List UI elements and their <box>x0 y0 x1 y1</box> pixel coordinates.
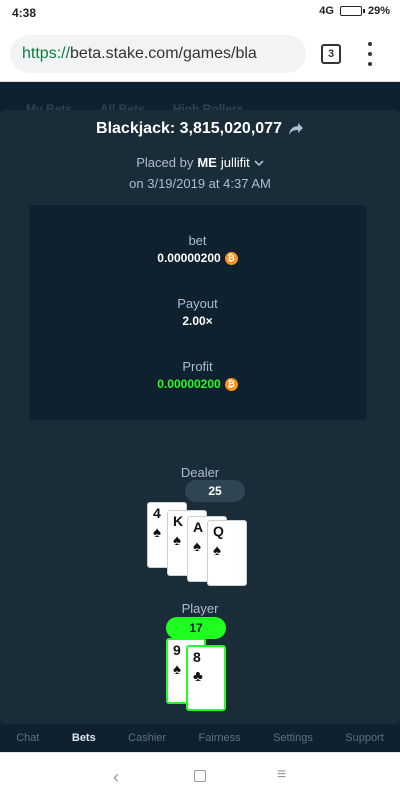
placed-by: Placed by ME jullifit <box>0 155 400 170</box>
battery-icon <box>339 6 365 16</box>
spade-icon: ♠ <box>193 538 201 555</box>
stat-profit: Profit 0.00000200 ₿ <box>29 359 366 391</box>
player-score-badge: 17 <box>166 617 226 639</box>
status-time: 4:38 <box>12 6 37 20</box>
modal-title: Blackjack: 3,815,020,077 <box>0 120 400 138</box>
dealer-card: Q ♠ <box>207 520 247 586</box>
player-card: 8 ♣ <box>186 645 226 711</box>
card-rank: 9 <box>173 642 181 658</box>
dealer-label: Dealer <box>180 465 220 480</box>
system-nav-bar: ‹ ≡ <box>0 752 400 800</box>
spade-icon: ♠ <box>173 532 181 549</box>
back-icon[interactable]: ‹ <box>113 767 119 788</box>
card-rank: 8 <box>193 649 201 665</box>
status-bar: 4:38 4G 29% <box>0 0 400 26</box>
bet-value: 0.00000200 <box>157 251 221 265</box>
placed-date: on 3/19/2019 at 4:37 AM <box>129 176 271 191</box>
url-host-path: beta.stake.com/games/bla <box>70 45 257 62</box>
card-rank: Q <box>213 523 224 539</box>
chevron-down-icon[interactable] <box>254 159 264 167</box>
browser-menu-icon[interactable] <box>362 42 378 66</box>
dealer-score-badge: 25 <box>185 480 245 502</box>
bet-label: bet <box>188 233 207 248</box>
nav-fairness[interactable]: Fairness <box>198 732 240 744</box>
card-rank: 4 <box>153 505 161 521</box>
username-link[interactable]: jullifit <box>221 155 250 170</box>
placed-by-prefix: Placed by <box>136 155 194 170</box>
bet-stats-panel: bet 0.00000200 ₿ Payout 2.00× Profit 0.0… <box>29 205 366 420</box>
nav-cashier[interactable]: Cashier <box>128 732 166 744</box>
network-label: 4G <box>319 5 334 17</box>
spade-icon: ♠ <box>213 542 221 559</box>
status-indicators: 4G 29% <box>319 5 390 17</box>
recents-icon[interactable]: ≡ <box>277 766 286 784</box>
bitcoin-icon: ₿ <box>224 251 238 265</box>
payout-value: 2.00× <box>182 314 213 328</box>
share-icon[interactable] <box>288 122 304 136</box>
home-icon[interactable] <box>194 770 206 782</box>
club-icon: ♣ <box>193 668 203 685</box>
bet-value-row: 0.00000200 ₿ <box>29 251 366 265</box>
card-rank: K <box>173 513 184 529</box>
stat-payout: Payout 2.00× <box>29 296 366 328</box>
bitcoin-icon: ₿ <box>224 377 238 391</box>
bet-details-modal: Blackjack: 3,815,020,077 Placed by ME ju… <box>0 110 400 724</box>
profit-label: Profit <box>182 359 213 374</box>
nav-settings[interactable]: Settings <box>273 732 313 744</box>
nav-chat[interactable]: Chat <box>16 732 39 744</box>
tab-switcher-button[interactable]: 3 <box>321 44 341 64</box>
url-scheme: https:// <box>22 45 71 62</box>
profit-value-row: 0.00000200 ₿ <box>29 377 366 391</box>
stat-bet: bet 0.00000200 ₿ <box>29 233 366 265</box>
nav-support[interactable]: Support <box>345 732 384 744</box>
card-rank: A <box>193 519 204 535</box>
payout-label: Payout <box>177 296 218 311</box>
bet-title: Blackjack: 3,815,020,077 <box>96 120 282 137</box>
app-bottom-nav: Chat Bets Cashier Fairness Settings Supp… <box>0 724 400 752</box>
nav-bets[interactable]: Bets <box>72 732 96 744</box>
player-label: Player <box>181 601 219 616</box>
battery-percent: 29% <box>367 5 390 17</box>
browser-toolbar: https://beta.stake.com/games/bla 3 <box>0 26 400 82</box>
spade-icon: ♠ <box>153 524 161 541</box>
user-tag-me: ME <box>197 155 217 170</box>
url-text[interactable]: https://beta.stake.com/games/bla <box>22 45 257 63</box>
address-bar[interactable]: https://beta.stake.com/games/bla <box>10 35 306 73</box>
profit-value: 0.00000200 <box>157 377 221 391</box>
spade-icon: ♠ <box>173 661 181 678</box>
